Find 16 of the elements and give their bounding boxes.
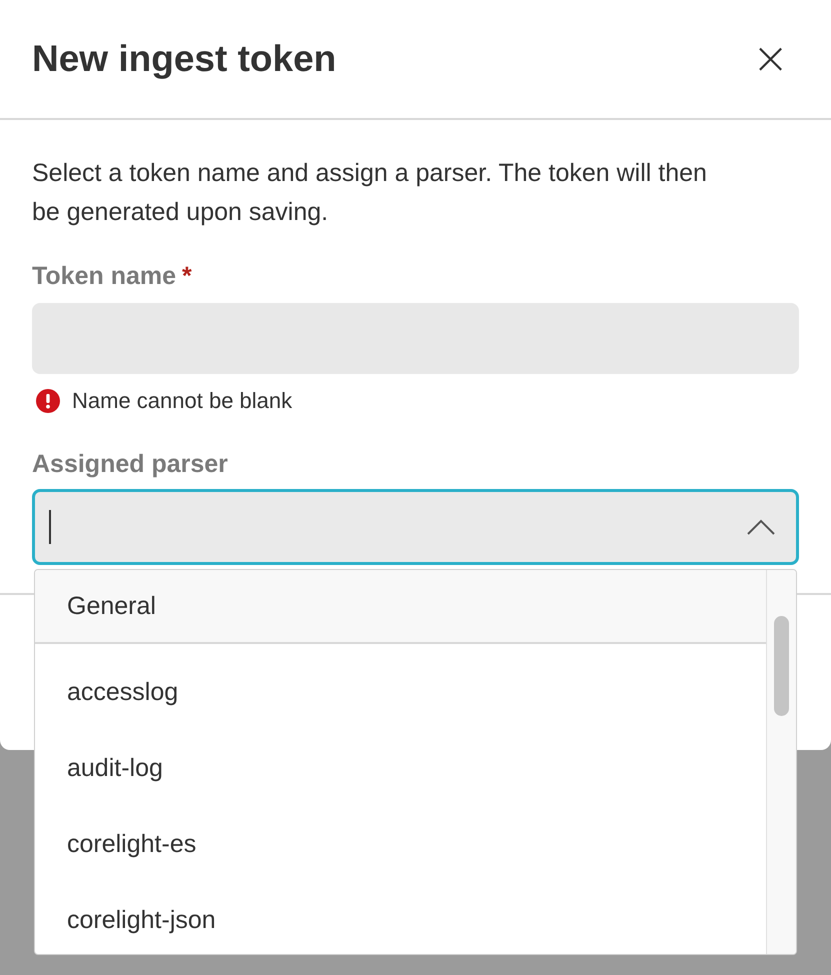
- dropdown-option[interactable]: corelight-es: [35, 806, 766, 882]
- dropdown-option[interactable]: General: [35, 570, 766, 644]
- field-label: Token name: [32, 262, 176, 291]
- close-button[interactable]: ×: [742, 37, 799, 81]
- required-mark: *: [182, 262, 192, 291]
- dropdown-option[interactable]: audit-log: [35, 730, 766, 806]
- dropdown-option[interactable]: corelight-json: [35, 882, 766, 954]
- error-icon: [36, 389, 60, 413]
- field-label: Assigned parser: [32, 450, 228, 479]
- parser-combobox[interactable]: [32, 489, 799, 565]
- chevron-icon: [746, 518, 776, 536]
- error-message: Name cannot be blank: [72, 388, 292, 414]
- description: Select a token name and assign a parser. The token will then be generated upon saving.: [32, 158, 708, 228]
- dropdown-option[interactable]: accesslog: [35, 654, 766, 730]
- scrollbar[interactable]: [766, 570, 796, 954]
- dialog-title: New ingest token: [32, 38, 336, 80]
